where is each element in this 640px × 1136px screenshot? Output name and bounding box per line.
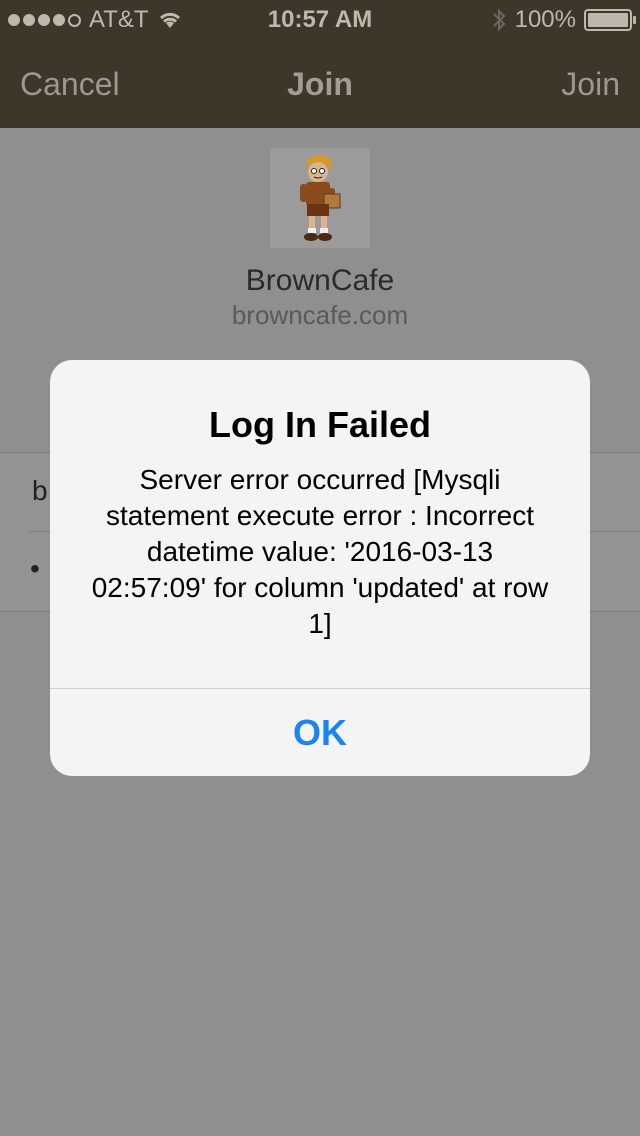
battery-level-fill <box>588 13 628 27</box>
alert-message: Server error occurred [Mysqli statement … <box>91 464 549 639</box>
ok-button[interactable]: OK <box>50 689 590 776</box>
app-url: browncafe.com <box>231 300 409 330</box>
battery-icon <box>584 9 636 31</box>
app-logo <box>270 148 370 248</box>
delivery-man-logo <box>300 154 341 241</box>
password-field[interactable]: • <box>30 553 40 585</box>
bluetooth-icon <box>492 8 506 32</box>
alert-title: Log In Failed <box>209 404 431 445</box>
username-field[interactable]: b <box>32 475 48 507</box>
navigation-bar: Cancel Join Join <box>0 40 640 128</box>
login-failed-alert: Log In Failed Server error occurred [Mys… <box>50 360 590 776</box>
app-name: BrownCafe <box>245 264 395 297</box>
battery-percent: 100% <box>514 6 576 33</box>
status-right: 100% <box>491 6 636 34</box>
join-button[interactable]: Join <box>561 66 620 103</box>
status-bar: AT&T 10:57 AM 100% <box>0 0 640 40</box>
nav-title: Join <box>287 66 353 102</box>
